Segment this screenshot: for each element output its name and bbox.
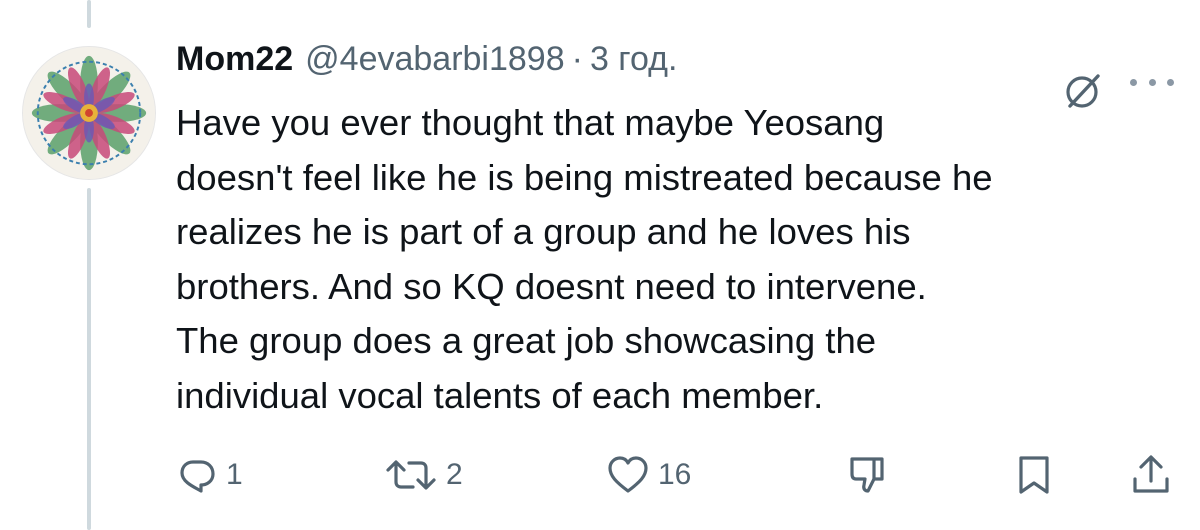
repost-icon: [386, 460, 436, 490]
reply-count: 1: [226, 458, 243, 491]
action-bar: 1 2 16: [176, 452, 1176, 498]
share-button[interactable]: [1130, 452, 1172, 498]
like-count: 16: [658, 458, 692, 491]
more-dot: [1130, 78, 1137, 86]
reply-icon: [180, 460, 215, 493]
post-text: Have you ever thought that maybe Yeosang…: [176, 102, 993, 416]
repost-button[interactable]: 2: [384, 452, 463, 498]
dislike-button[interactable]: [848, 452, 892, 498]
author-handle[interactable]: @4evabarbi1898: [305, 40, 564, 79]
author-name[interactable]: Mom22: [176, 40, 293, 79]
bookmark-icon: [1019, 456, 1049, 494]
more-dot: [1167, 78, 1174, 86]
avatar[interactable]: [22, 46, 156, 180]
separator-dot: ·: [571, 40, 583, 78]
thumbs-down-icon: [850, 457, 884, 493]
heart-icon: [608, 456, 648, 493]
like-button[interactable]: 16: [606, 452, 691, 498]
more-icon[interactable]: [1130, 76, 1174, 88]
thread-line-bottom: [87, 188, 91, 530]
repost-count: 2: [446, 458, 463, 491]
bookmark-button[interactable]: [1016, 452, 1052, 498]
reply-button[interactable]: 1: [176, 452, 243, 498]
thread-line-top: [87, 0, 91, 28]
share-icon: [1133, 455, 1169, 493]
more-dot: [1148, 78, 1156, 86]
mandala-avatar-image: [23, 47, 155, 179]
post-header: Mom22 @4evabarbi1898 · 3 год.: [176, 40, 677, 90]
post-timestamp[interactable]: 3 год.: [590, 40, 677, 79]
